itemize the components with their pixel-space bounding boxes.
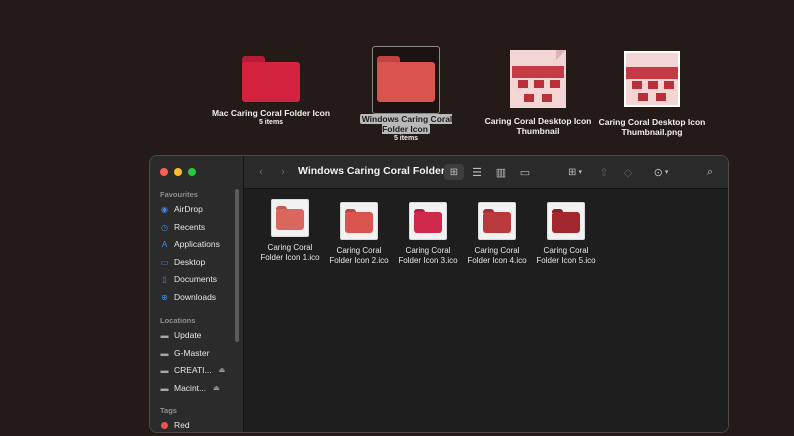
drive-icon: ▬ bbox=[160, 383, 169, 393]
desktop-item-label: Caring Coral Desktop Icon Thumbnail bbox=[484, 116, 592, 136]
ico-file-icon bbox=[409, 202, 447, 240]
desktop-item-label: Mac Caring Coral Folder Icon bbox=[211, 108, 331, 118]
ico-file-icon bbox=[547, 202, 585, 240]
sidebar-item-label: Applications bbox=[174, 239, 220, 249]
sidebar-item-label: Macint... bbox=[174, 383, 207, 393]
back-button[interactable]: ‹ bbox=[254, 164, 268, 180]
desktop-item-label: Windows Caring Coral Folder Icon bbox=[359, 114, 453, 134]
drive-icon: ▬ bbox=[160, 365, 169, 375]
sidebar-section-locations: Locations bbox=[160, 316, 196, 325]
sidebar-item-label: CREATI... bbox=[174, 365, 212, 375]
sidebar-item-label: Documents bbox=[174, 274, 217, 284]
group-button[interactable]: ⊞ ▾ bbox=[562, 164, 588, 180]
file-grid: Caring Coral Folder Icon 1.ico Caring Cor… bbox=[244, 189, 728, 432]
desktop-item-mac-folder[interactable]: Mac Caring Coral Folder Icon 5 items bbox=[206, 56, 336, 127]
sidebar-item-desktop[interactable]: ▭ Desktop bbox=[160, 255, 205, 269]
clock-icon: ◷ bbox=[161, 222, 168, 232]
sidebar-item-label: Recents bbox=[174, 222, 206, 232]
file-item[interactable]: Caring Coral Folder Icon 1.ico bbox=[254, 199, 326, 263]
image-file-icon bbox=[510, 50, 566, 108]
sidebar-item-label: Desktop bbox=[174, 257, 206, 267]
grid-icon: ⊞ bbox=[449, 166, 459, 178]
sidebar-item-label: Red bbox=[174, 420, 190, 430]
file-item[interactable]: Caring Coral Folder Icon 5.ico bbox=[530, 202, 602, 266]
sidebar-item-recents[interactable]: ◷ Recents bbox=[160, 220, 205, 234]
icon-view-button[interactable]: ⊞ bbox=[444, 164, 464, 180]
image-file-icon bbox=[624, 51, 680, 107]
desktop-item-label: Caring Coral Desktop Icon Thumbnail.png bbox=[598, 117, 706, 137]
finder-window: Favourites ◉ AirDrop ◷ Recents A Applica… bbox=[149, 155, 729, 433]
document-icon: ▯ bbox=[162, 274, 167, 284]
list-view-button[interactable]: ☰ bbox=[468, 164, 486, 180]
drive-icon: ▬ bbox=[160, 330, 169, 340]
window-title: Windows Caring Coral Folder... bbox=[298, 165, 454, 177]
file-label: Caring Coral Folder Icon 3.ico bbox=[398, 246, 458, 265]
sidebar-item-applications[interactable]: A Applications bbox=[160, 237, 220, 251]
desktop-item-thumbnail[interactable]: Caring Coral Desktop Icon Thumbnail bbox=[473, 50, 603, 136]
search-icon: ⌕ bbox=[706, 165, 714, 178]
folder-icon bbox=[242, 56, 300, 102]
close-button[interactable] bbox=[160, 168, 168, 176]
minimize-button[interactable] bbox=[174, 168, 182, 176]
ico-file-icon bbox=[271, 199, 309, 237]
desktop-item-thumbnail-png[interactable]: Caring Coral Desktop Icon Thumbnail.png bbox=[587, 51, 717, 137]
chevron-down-icon: ▾ bbox=[664, 169, 669, 176]
tag-button[interactable]: ◇ bbox=[620, 164, 636, 180]
applications-icon: A bbox=[161, 239, 168, 249]
download-icon: ⊕ bbox=[161, 292, 168, 302]
sidebar-section-favourites: Favourites bbox=[160, 190, 198, 199]
list-icon: ☰ bbox=[472, 166, 482, 179]
drive-icon: ▬ bbox=[160, 348, 169, 358]
sidebar-item-downloads[interactable]: ⊕ Downloads bbox=[160, 290, 216, 304]
zoom-button[interactable] bbox=[188, 168, 196, 176]
sidebar-item-label: G-Master bbox=[174, 348, 210, 358]
sidebar-item-update[interactable]: ▬ Update bbox=[160, 328, 202, 342]
sidebar-item-tag-red[interactable]: Red bbox=[160, 418, 190, 432]
sidebar-item-g-master[interactable]: ▬ G-Master bbox=[160, 346, 210, 360]
sidebar-item-creati[interactable]: ▬ CREATI... ⏏ bbox=[160, 363, 226, 377]
sidebar-item-documents[interactable]: ▯ Documents bbox=[160, 272, 217, 286]
tag-icon: ◇ bbox=[623, 166, 633, 179]
gallery-icon: ▭ bbox=[519, 166, 531, 179]
forward-button[interactable]: › bbox=[276, 164, 290, 180]
columns-icon: ▥ bbox=[495, 166, 507, 179]
more-actions-button[interactable]: ⊙ ▾ bbox=[648, 164, 674, 180]
desktop-item-count: 5 items bbox=[393, 135, 419, 142]
file-item[interactable]: Caring Coral Folder Icon 2.ico bbox=[323, 202, 395, 266]
file-item[interactable]: Caring Coral Folder Icon 4.ico bbox=[461, 202, 533, 266]
column-view-button[interactable]: ▥ bbox=[492, 164, 510, 180]
sidebar-scrollbar[interactable] bbox=[235, 189, 239, 342]
sidebar-item-macint[interactable]: ▬ Macint... ⏏ bbox=[160, 381, 220, 395]
ico-file-icon bbox=[478, 202, 516, 240]
ellipsis-circle-icon: ⊙ bbox=[653, 166, 663, 179]
folder-icon bbox=[377, 56, 435, 102]
share-icon: ⇧ bbox=[599, 166, 609, 179]
search-button[interactable]: ⌕ bbox=[702, 164, 718, 180]
gallery-view-button[interactable]: ▭ bbox=[516, 164, 534, 180]
share-button[interactable]: ⇧ bbox=[596, 164, 612, 180]
red-tag-dot-icon bbox=[160, 421, 169, 430]
desktop-item-windows-folder[interactable]: Windows Caring Coral Folder Icon 5 items bbox=[341, 56, 471, 143]
sidebar-item-airdrop[interactable]: ◉ AirDrop bbox=[160, 202, 203, 216]
file-label: Caring Coral Folder Icon 5.ico bbox=[536, 246, 596, 265]
desktop-item-count: 5 items bbox=[258, 119, 284, 126]
toolbar: ‹ › Windows Caring Coral Folder... ⊞ ☰ ▥… bbox=[244, 156, 728, 189]
group-grid-icon: ⊞ bbox=[568, 166, 577, 178]
ico-file-icon bbox=[340, 202, 378, 240]
sidebar-section-tags: Tags bbox=[160, 406, 177, 415]
file-label: Caring Coral Folder Icon 2.ico bbox=[329, 246, 389, 265]
file-item[interactable]: Caring Coral Folder Icon 3.ico bbox=[392, 202, 464, 266]
sidebar-item-label: AirDrop bbox=[174, 204, 203, 214]
sidebar-item-label: Downloads bbox=[174, 292, 217, 302]
chevron-down-icon: ▾ bbox=[578, 169, 582, 176]
eject-icon[interactable]: ⏏ bbox=[213, 384, 220, 392]
desktop-icon: ▭ bbox=[160, 257, 169, 267]
file-label: Caring Coral Folder Icon 1.ico bbox=[260, 243, 320, 262]
file-label: Caring Coral Folder Icon 4.ico bbox=[467, 246, 527, 265]
eject-icon[interactable]: ⏏ bbox=[219, 366, 226, 374]
airdrop-icon: ◉ bbox=[161, 204, 168, 214]
sidebar-item-label: Update bbox=[174, 330, 202, 340]
sidebar: Favourites ◉ AirDrop ◷ Recents A Applica… bbox=[150, 156, 244, 432]
